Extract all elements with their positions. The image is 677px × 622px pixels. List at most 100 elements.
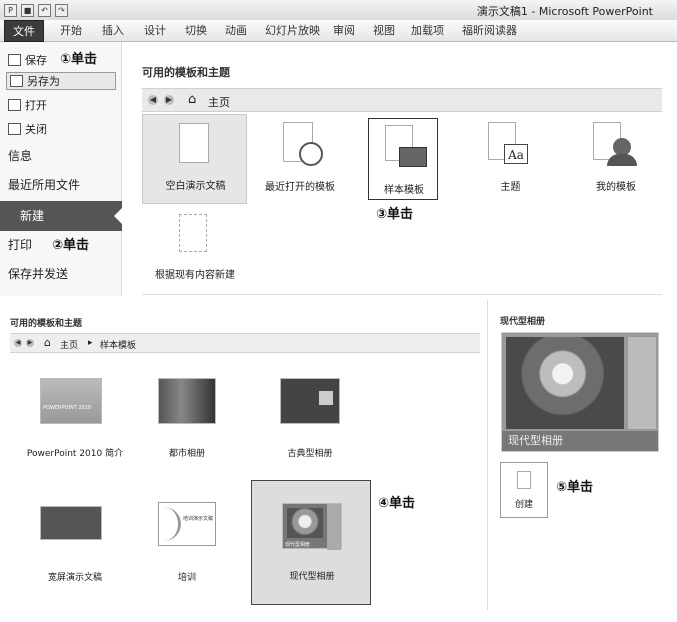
tile-blank-label: 空白演示文稿 — [165, 181, 226, 192]
menu-save-send[interactable]: 保存并发送 — [8, 265, 68, 282]
tab-home[interactable]: 开始 — [60, 20, 82, 42]
bottom-panel-title: 可用的模板和主题 — [10, 319, 83, 329]
tab-insert[interactable]: 插入 — [102, 20, 124, 42]
menu-close[interactable]: 关闭 — [8, 121, 47, 137]
step-5-callout: ⑤单击 — [556, 480, 594, 495]
tile-new-from-existing-label: 根据现有内容新建 — [155, 270, 235, 281]
quick-access-toolbar: P ■ ↶ ↷ — [4, 3, 68, 17]
menu-recent[interactable]: 最近所用文件 — [8, 176, 80, 193]
menu-save-as-label: 另存为 — [27, 75, 60, 88]
selected-arrow — [114, 208, 122, 224]
tab-foxit-reader[interactable]: 福昕阅读器 — [462, 20, 517, 42]
menu-info[interactable]: 信息 — [8, 147, 32, 164]
save-icon — [8, 54, 21, 66]
save-as-icon — [10, 75, 23, 87]
preview-image: 现代型相册 — [501, 332, 659, 452]
undo-icon[interactable]: ↶ — [38, 3, 51, 17]
step-2-callout: ②单击 — [52, 238, 90, 253]
bottom-navigation-bar: ◀ ▶ ⌂ 主页 ▸ 样本模板 — [10, 333, 480, 353]
tile-blank-presentation[interactable]: 空白演示文稿 — [142, 114, 247, 204]
template-training[interactable]: 培训演示文稿 培训 — [152, 498, 222, 588]
tile-sample-templates[interactable]: 样本模板 — [368, 118, 438, 200]
clock-icon — [299, 142, 323, 166]
side-strip — [628, 337, 656, 429]
tile-my-templates[interactable]: 我的模板 — [585, 114, 647, 204]
template-label: 现代型相册 — [289, 572, 335, 582]
breadcrumb-separator-icon: ▸ — [88, 338, 93, 348]
menu-save-as[interactable]: 另存为 — [6, 72, 116, 90]
tab-transitions[interactable]: 切换 — [185, 20, 207, 42]
preview-divider — [487, 300, 488, 610]
back-icon[interactable]: ◀ — [14, 339, 22, 347]
template-thumbnail — [158, 378, 216, 424]
monitor-icon — [399, 147, 427, 167]
top-navigation-bar: ◀ ▶ ⌂ 主页 — [142, 88, 662, 112]
preview-title: 现代型相册 — [500, 317, 546, 327]
template-modern-album[interactable]: 现代型相册 现代型相册 — [251, 480, 371, 605]
forward-icon[interactable]: ▶ — [26, 339, 34, 347]
template-ppt2010-intro[interactable]: POWERPOINT 2010 PowerPoint 2010 简介 — [27, 370, 123, 460]
thumb-text: 培训演示文稿 — [183, 516, 214, 522]
template-thumbnail — [280, 378, 340, 424]
menu-save[interactable]: 保存 — [8, 52, 47, 68]
step-3-callout: ③单击 — [376, 207, 414, 222]
menu-new[interactable]: 新建 — [0, 201, 122, 231]
menu-print[interactable]: 打印 — [8, 236, 32, 253]
create-button-label: 创建 — [514, 500, 533, 510]
close-file-icon — [8, 123, 21, 135]
window-title: 演示文稿1 - Microsoft PowerPoint — [476, 5, 653, 18]
menu-open[interactable]: 打开 — [8, 97, 47, 113]
tile-sample-label: 样本模板 — [384, 185, 424, 196]
forward-icon[interactable]: ▶ — [164, 95, 174, 105]
top-panel-title: 可用的模板和主题 — [142, 66, 230, 79]
home-icon[interactable]: ⌂ — [44, 336, 51, 349]
tab-addins[interactable]: 加载项 — [411, 20, 444, 42]
home-label[interactable]: 主页 — [208, 94, 230, 110]
font-aa-icon: Aa — [504, 144, 528, 164]
tab-view[interactable]: 视图 — [373, 20, 395, 42]
tile-my-templates-label: 我的模板 — [596, 182, 636, 193]
breadcrumb-sample[interactable]: 样本模板 — [100, 338, 136, 351]
template-thumbnail: 现代型相册 — [282, 503, 342, 550]
person-body-icon — [607, 154, 637, 166]
redo-icon[interactable]: ↷ — [55, 3, 68, 17]
template-thumbnail: 培训演示文稿 — [158, 502, 216, 546]
template-label: 宽屏演示文稿 — [47, 573, 102, 583]
tab-animations[interactable]: 动画 — [225, 20, 247, 42]
existing-content-icon — [179, 214, 207, 252]
template-label: PowerPoint 2010 简介 — [26, 449, 124, 459]
breadcrumb-home[interactable]: 主页 — [60, 338, 78, 351]
blank-document-icon — [179, 123, 209, 163]
swoosh-decoration — [163, 507, 181, 541]
step-4-callout: ④单击 — [378, 496, 416, 511]
tile-recent-templates[interactable]: 最近打开的模板 — [255, 114, 345, 204]
tile-themes[interactable]: Aa 主题 — [478, 114, 543, 204]
save-icon[interactable]: ■ — [21, 3, 34, 17]
tab-design[interactable]: 设计 — [144, 20, 166, 42]
panel-divider — [142, 294, 662, 295]
template-classic-album[interactable]: 古典型相册 — [270, 370, 350, 460]
photo-frame-icon — [319, 391, 333, 405]
sunflower-photo — [287, 508, 323, 538]
menu-close-label: 关闭 — [25, 123, 47, 136]
step-1-callout: ①单击 — [60, 52, 98, 67]
create-button[interactable]: 创建 — [500, 462, 548, 518]
powerpoint-app-icon[interactable]: P — [4, 3, 17, 17]
template-urban-album[interactable]: 都市相册 — [152, 370, 222, 460]
sunflower-photo — [506, 337, 624, 429]
template-widescreen[interactable]: 宽屏演示文稿 — [28, 498, 123, 588]
template-thumbnail — [40, 506, 102, 540]
tab-file[interactable]: 文件 — [4, 20, 44, 42]
template-label: 都市相册 — [168, 449, 205, 459]
blank-document-icon — [517, 471, 531, 489]
home-icon[interactable]: ⌂ — [188, 92, 196, 107]
back-icon[interactable]: ◀ — [148, 95, 158, 105]
thumb-text: POWERPOINT 2010 — [43, 405, 92, 411]
tab-slideshow[interactable]: 幻灯片放映 — [265, 20, 320, 42]
tile-new-from-existing[interactable]: 根据现有内容新建 — [145, 208, 245, 288]
thumb-text: 现代型相册 — [285, 542, 311, 548]
tab-review[interactable]: 审阅 — [333, 20, 355, 42]
preview-caption: 现代型相册 — [502, 431, 658, 451]
template-thumbnail: POWERPOINT 2010 — [40, 378, 102, 424]
menu-open-label: 打开 — [25, 99, 47, 112]
